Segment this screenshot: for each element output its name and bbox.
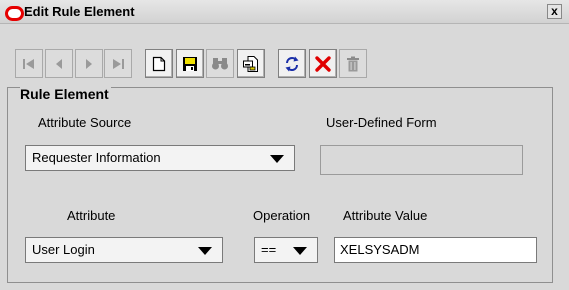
group-title: Rule Element (20, 86, 111, 102)
window-title: Edit Rule Element (24, 4, 135, 19)
first-icon (22, 58, 36, 70)
query-button[interactable] (237, 49, 265, 78)
refresh-button[interactable] (278, 49, 306, 78)
trash-button[interactable] (339, 49, 367, 78)
last-icon (111, 58, 125, 70)
chevron-down-icon (293, 247, 307, 255)
delete-x-icon (314, 55, 332, 73)
chevron-down-icon (198, 247, 212, 255)
rule-element-panel: Rule Element Attribute Source Requester … (0, 86, 569, 290)
toolbar (0, 24, 569, 86)
next-record-button[interactable] (75, 49, 103, 78)
attribute-value: User Login (32, 242, 95, 257)
attribute-label: Attribute (67, 208, 116, 223)
user-defined-form-field (320, 145, 523, 175)
attribute-source-value: Requester Information (32, 150, 161, 165)
query-icon (242, 55, 260, 73)
save-icon (182, 56, 198, 72)
next-icon (84, 58, 94, 70)
previous-record-button[interactable] (45, 49, 73, 78)
attribute-source-label: Attribute Source (38, 115, 132, 130)
last-record-button[interactable] (104, 49, 132, 78)
rule-element-group: Rule Element Attribute Source Requester … (7, 86, 553, 283)
first-record-button[interactable] (15, 49, 43, 78)
previous-icon (54, 58, 64, 70)
binoculars-icon (211, 57, 229, 71)
oracle-logo-icon (5, 6, 24, 21)
attribute-value-input[interactable]: XELSYSADM (334, 237, 537, 263)
attribute-select[interactable]: User Login (25, 237, 223, 263)
close-button[interactable]: x (547, 4, 562, 19)
delete-button[interactable] (309, 49, 337, 78)
chevron-down-icon (270, 155, 284, 163)
save-button[interactable] (176, 49, 204, 78)
attribute-source-select[interactable]: Requester Information (25, 145, 295, 171)
operation-label: Operation (253, 208, 311, 223)
refresh-icon (283, 55, 301, 73)
user-defined-form-label: User-Defined Form (326, 115, 437, 130)
title-bar[interactable]: Edit Rule Element x (0, 0, 569, 24)
operation-select[interactable]: == (254, 237, 318, 263)
operation-value: == (261, 242, 277, 257)
trash-icon (346, 56, 360, 72)
edit-rule-element-window: Edit Rule Element x Rule Element Attribu… (0, 0, 569, 290)
attribute-value-label: Attribute Value (343, 208, 428, 223)
find-button[interactable] (206, 49, 234, 78)
new-document-icon (152, 56, 166, 72)
new-button[interactable] (145, 49, 173, 78)
